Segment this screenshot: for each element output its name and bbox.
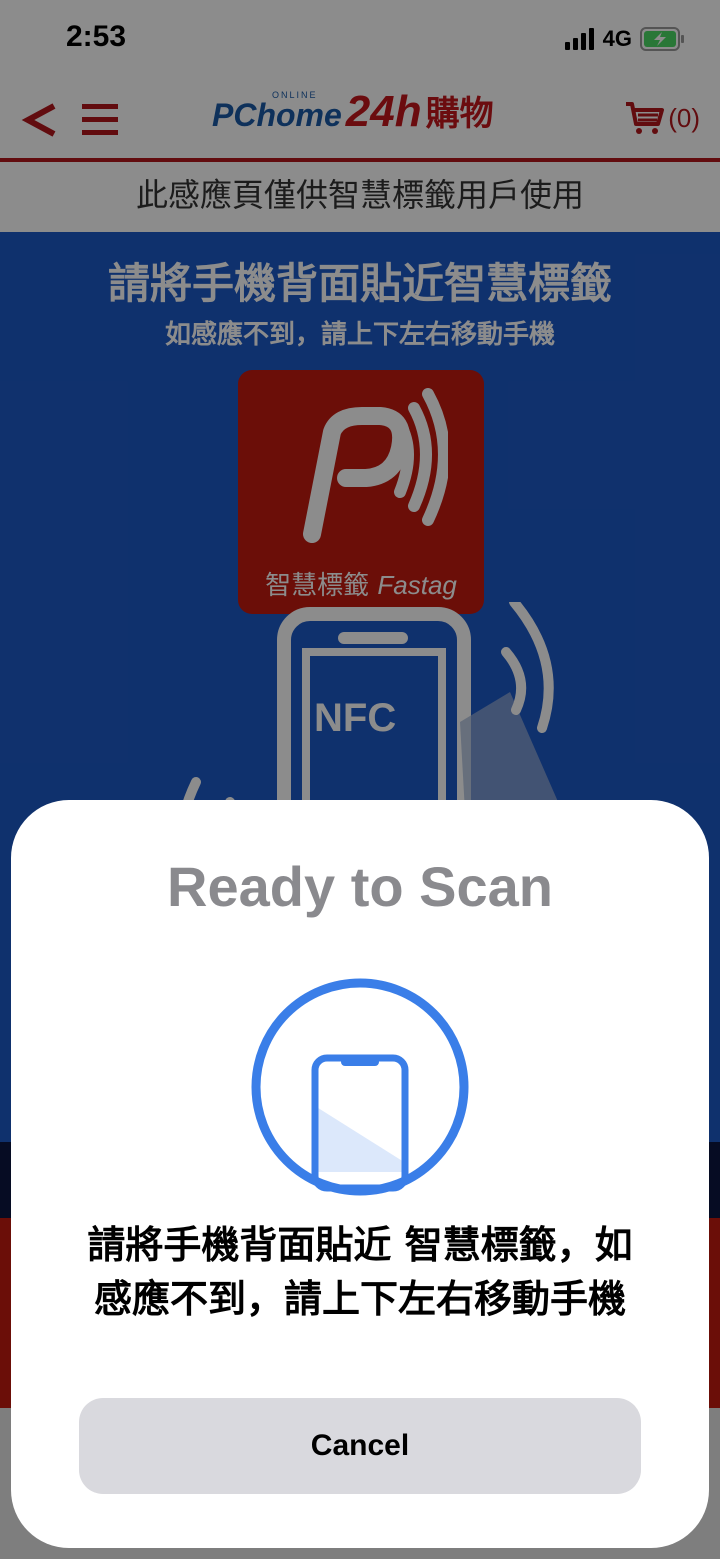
phone-scan-icon [251,978,469,1196]
sheet-title: Ready to Scan [167,855,553,918]
sheet-message: 請將手機背面貼近 智慧標籤，如感應不到，請上下左右移動手機 [87,1223,633,1321]
nfc-scan-sheet: Ready to Scan 請將手機背面貼近 智慧標籤，如感應不到，請上下左右移… [11,800,709,1548]
cancel-button[interactable]: Cancel [79,1398,641,1494]
